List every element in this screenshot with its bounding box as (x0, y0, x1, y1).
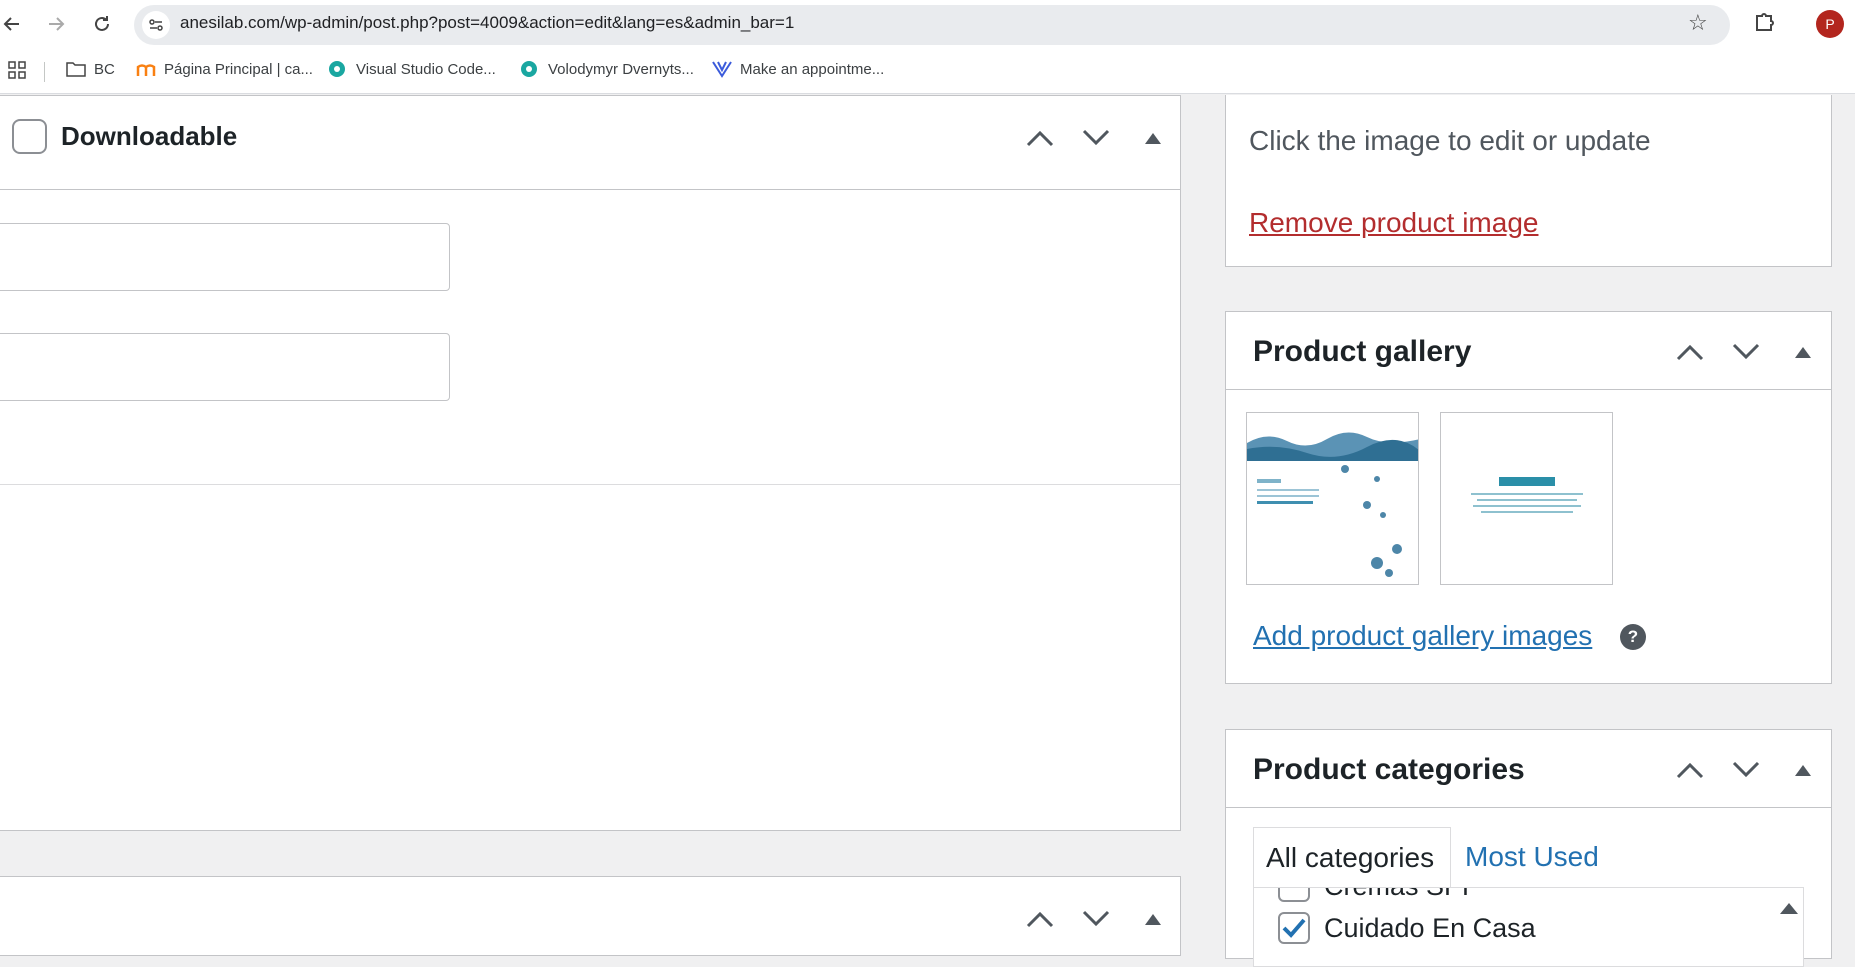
downloadable-label: Downloadable (61, 121, 238, 151)
collapse-triangle-icon[interactable] (1133, 899, 1173, 939)
teal-flower-icon (328, 60, 346, 78)
bookmark-item-bc[interactable]: BC (66, 60, 115, 78)
browser-toolbar: anesilab.com/wp-admin/post.php?post=4009… (0, 0, 1855, 48)
profile-avatar[interactable]: P (1816, 10, 1844, 38)
chevron-up-icon[interactable] (1020, 118, 1060, 158)
product-data-metabox: Downloadable (0, 95, 1181, 831)
back-arrow-icon[interactable] (0, 10, 26, 38)
apps-grid-icon[interactable] (8, 61, 26, 79)
collapse-triangle-icon[interactable] (1783, 750, 1823, 790)
product-gallery-metabox: Product gallery Add product gallery imag… (1225, 311, 1832, 684)
chevron-down-icon[interactable] (1076, 899, 1116, 939)
tab-most-used[interactable]: Most Used (1465, 841, 1599, 873)
blue-bird-icon (712, 60, 732, 78)
product-gallery-title: Product gallery (1253, 335, 1472, 368)
downloadable-checkbox[interactable] (12, 119, 47, 154)
product-image-hint: Click the image to edit or update (1249, 125, 1651, 156)
bookmark-item-pagina-principal[interactable]: Página Principal | ca... (136, 60, 313, 78)
section-divider (0, 484, 1180, 485)
scroll-up-arrow-icon[interactable] (1777, 896, 1801, 920)
list-item[interactable]: Cremas SPF (1278, 888, 1479, 902)
category-checkbox[interactable] (1278, 888, 1310, 902)
collapse-triangle-icon[interactable] (1133, 118, 1173, 158)
category-checkbox-checked[interactable] (1278, 912, 1310, 944)
text-field-1[interactable] (0, 223, 450, 291)
product-image-metabox: Click the image to edit or update Remove… (1225, 95, 1832, 267)
gallery-thumbnail-water[interactable] (1246, 412, 1419, 585)
url-text[interactable]: anesilab.com/wp-admin/post.php?post=4009… (180, 13, 794, 33)
help-question-icon[interactable]: ? (1620, 624, 1646, 650)
category-checklist: Cremas SPF Cuidado En Casa (1253, 887, 1804, 967)
product-categories-metabox: Product categories All categories Most U… (1225, 729, 1832, 967)
product-data-header: Downloadable (0, 96, 1180, 190)
product-gallery-header: Product gallery (1226, 312, 1831, 390)
product-categories-header: Product categories (1226, 730, 1831, 808)
product-categories-title: Product categories (1253, 753, 1525, 786)
bookmark-separator (44, 62, 45, 82)
checkmark-icon (1282, 918, 1306, 938)
gallery-thumbnail-instructions[interactable] (1440, 412, 1613, 585)
remove-product-image-link[interactable]: Remove product image (1249, 207, 1538, 239)
bookmark-item-volodymyr[interactable]: Volodymyr Dvernyts... (520, 60, 694, 78)
chevron-up-icon[interactable] (1020, 899, 1060, 939)
reload-icon[interactable] (88, 10, 116, 38)
site-info-icon[interactable] (142, 11, 170, 39)
bookmarks-bar: BC Página Principal | ca... Visual Studi… (0, 48, 1855, 94)
add-gallery-images-link[interactable]: Add product gallery images (1253, 620, 1592, 652)
bookmark-star-icon[interactable]: ☆ (1688, 10, 1708, 36)
bookmark-item-make-appointment[interactable]: Make an appointme... (712, 60, 884, 78)
collapse-triangle-icon[interactable] (1783, 332, 1823, 372)
chevron-down-icon[interactable] (1726, 332, 1766, 372)
bookmark-item-visual-studio-code[interactable]: Visual Studio Code... (328, 60, 496, 78)
chevron-down-icon[interactable] (1726, 750, 1766, 790)
category-label: Cremas SPF (1324, 888, 1479, 902)
folder-icon (66, 60, 86, 78)
tab-all-categories[interactable]: All categories (1253, 827, 1451, 887)
chevron-up-icon[interactable] (1670, 750, 1710, 790)
chevron-up-icon[interactable] (1670, 332, 1710, 372)
forward-arrow-icon[interactable] (42, 10, 70, 38)
extensions-puzzle-icon[interactable] (1752, 8, 1780, 36)
moodle-logo-icon (136, 60, 156, 78)
teal-flower-icon (520, 60, 538, 78)
text-field-2[interactable] (0, 333, 450, 401)
category-label: Cuidado En Casa (1324, 912, 1536, 943)
list-item[interactable]: Cuidado En Casa (1278, 912, 1536, 944)
lower-metabox (0, 876, 1181, 956)
chevron-down-icon[interactable] (1076, 118, 1116, 158)
